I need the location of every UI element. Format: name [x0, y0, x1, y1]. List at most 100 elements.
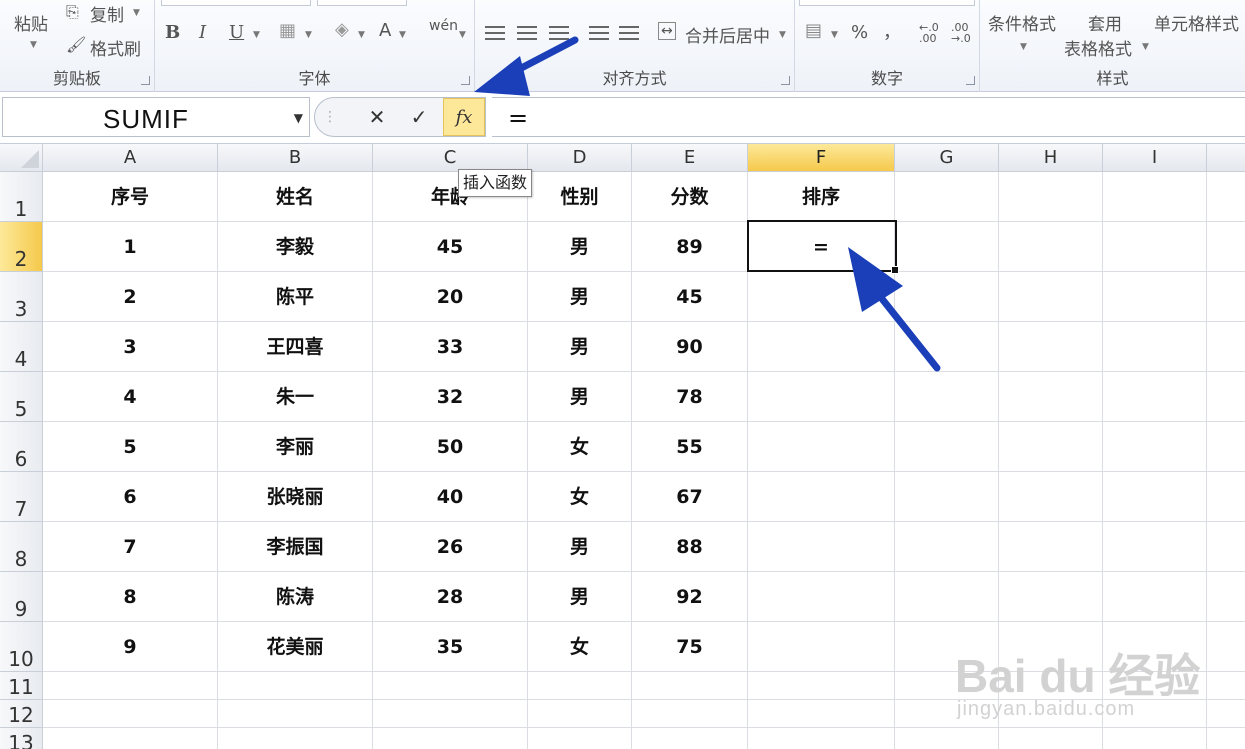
cell-g6[interactable]	[895, 422, 999, 472]
cell-e13[interactable]	[632, 728, 748, 749]
insert-function-button[interactable]: fx	[443, 98, 485, 136]
cell-b4[interactable]: 王四喜	[218, 322, 373, 372]
paste-dropdown-icon[interactable]: ▼	[30, 40, 37, 50]
cell-c4[interactable]: 33	[373, 322, 528, 372]
border-icon[interactable]: ▦	[279, 20, 296, 41]
cell-h7[interactable]	[999, 472, 1103, 522]
cell-a9[interactable]: 8	[43, 572, 218, 622]
cell-b7[interactable]: 张晓丽	[218, 472, 373, 522]
bold-button[interactable]: B	[165, 22, 180, 43]
conditional-dropdown-icon[interactable]: ▼	[1020, 42, 1027, 52]
paste-button[interactable]: 粘贴	[14, 10, 48, 35]
cell-h6[interactable]	[999, 422, 1103, 472]
cell-e12[interactable]	[632, 700, 748, 728]
cell-d9[interactable]: 男	[528, 572, 632, 622]
cell-i1[interactable]	[1103, 172, 1207, 222]
clipboard-launcher-icon[interactable]	[141, 76, 150, 85]
cell-e6[interactable]: 55	[632, 422, 748, 472]
cell-styles-button[interactable]: 单元格样式	[1154, 10, 1239, 35]
align-center-icon[interactable]	[517, 26, 537, 40]
merge-dropdown-icon[interactable]: ▼	[779, 30, 786, 40]
cell-d4[interactable]: 男	[528, 322, 632, 372]
cell-g13[interactable]	[895, 728, 999, 749]
formula-bar-handle-icon[interactable]: ⋮	[315, 98, 345, 136]
cell-i8[interactable]	[1103, 522, 1207, 572]
phonetic-button[interactable]: wén	[429, 18, 458, 34]
cell-b6[interactable]: 李丽	[218, 422, 373, 472]
cell-c6[interactable]: 50	[373, 422, 528, 472]
cell-x2[interactable]	[1207, 222, 1245, 272]
cell-x6[interactable]	[1207, 422, 1245, 472]
accounting-icon[interactable]: ▤	[805, 20, 822, 41]
underline-button[interactable]: U	[229, 22, 244, 43]
percent-button[interactable]: %	[851, 22, 868, 43]
column-header-f[interactable]: F	[748, 144, 895, 172]
cell-e1[interactable]: 分数	[632, 172, 748, 222]
cell-a11[interactable]	[43, 672, 218, 700]
row-header-10[interactable]: 10	[0, 622, 43, 672]
cell-b2[interactable]: 李毅	[218, 222, 373, 272]
brush-icon[interactable]: 🖌	[66, 35, 86, 54]
cell-a4[interactable]: 3	[43, 322, 218, 372]
cell-d6[interactable]: 女	[528, 422, 632, 472]
cell-x9[interactable]	[1207, 572, 1245, 622]
cell-d10[interactable]: 女	[528, 622, 632, 672]
cell-g1[interactable]	[895, 172, 999, 222]
row-header-1[interactable]: 1	[0, 172, 43, 222]
cell-h13[interactable]	[999, 728, 1103, 749]
cell-g2[interactable]	[895, 222, 999, 272]
cell-a7[interactable]: 6	[43, 472, 218, 522]
number-format-box[interactable]	[799, 0, 975, 6]
enter-button[interactable]: ✓	[399, 98, 439, 136]
font-name-box[interactable]	[161, 0, 311, 6]
row-header-9[interactable]: 9	[0, 572, 43, 622]
cell-c11[interactable]	[373, 672, 528, 700]
cell-i3[interactable]	[1103, 272, 1207, 322]
cell-f12[interactable]	[748, 700, 895, 728]
phonetic-dropdown-icon[interactable]: ▼	[459, 30, 466, 40]
cell-x8[interactable]	[1207, 522, 1245, 572]
cell-b3[interactable]: 陈平	[218, 272, 373, 322]
cell-i4[interactable]	[1103, 322, 1207, 372]
copy-dropdown-icon[interactable]: ▼	[133, 8, 140, 18]
cell-x5[interactable]	[1207, 372, 1245, 422]
cell-f11[interactable]	[748, 672, 895, 700]
cell-d11[interactable]	[528, 672, 632, 700]
cell-b10[interactable]: 花美丽	[218, 622, 373, 672]
cell-b1[interactable]: 姓名	[218, 172, 373, 222]
cell-d8[interactable]: 男	[528, 522, 632, 572]
cell-c9[interactable]: 28	[373, 572, 528, 622]
cell-x1[interactable]	[1207, 172, 1245, 222]
cell-b8[interactable]: 李振国	[218, 522, 373, 572]
cell-a13[interactable]	[43, 728, 218, 749]
align-left-icon[interactable]	[485, 26, 505, 40]
cell-f8[interactable]	[748, 522, 895, 572]
cell-f9[interactable]	[748, 572, 895, 622]
row-header-12[interactable]: 12	[0, 700, 43, 728]
merge-center-button[interactable]: 合并后居中	[685, 22, 770, 47]
row-header-4[interactable]: 4	[0, 322, 43, 372]
cell-a12[interactable]	[43, 700, 218, 728]
font-size-box[interactable]	[317, 0, 407, 6]
cell-h2[interactable]	[999, 222, 1103, 272]
select-all-corner[interactable]	[0, 144, 43, 172]
italic-button[interactable]: I	[199, 22, 206, 43]
cell-f13[interactable]	[748, 728, 895, 749]
column-header-i[interactable]: I	[1103, 144, 1207, 172]
table-format-dropdown-icon[interactable]: ▼	[1142, 42, 1149, 52]
active-cell-border[interactable]	[747, 220, 899, 274]
cell-e2[interactable]: 89	[632, 222, 748, 272]
column-header-e[interactable]: E	[632, 144, 748, 172]
cell-a6[interactable]: 5	[43, 422, 218, 472]
column-header-g[interactable]: G	[895, 144, 999, 172]
cell-c3[interactable]: 20	[373, 272, 528, 322]
fill-color-icon[interactable]: ◈	[335, 19, 349, 40]
underline-dropdown-icon[interactable]: ▼	[253, 30, 260, 40]
cell-b12[interactable]	[218, 700, 373, 728]
column-header-partial[interactable]	[1207, 144, 1245, 172]
cell-i6[interactable]	[1103, 422, 1207, 472]
cell-f10[interactable]	[748, 622, 895, 672]
name-box-dropdown-icon[interactable]: ▼	[294, 111, 303, 125]
cell-x4[interactable]	[1207, 322, 1245, 372]
cell-g5[interactable]	[895, 372, 999, 422]
